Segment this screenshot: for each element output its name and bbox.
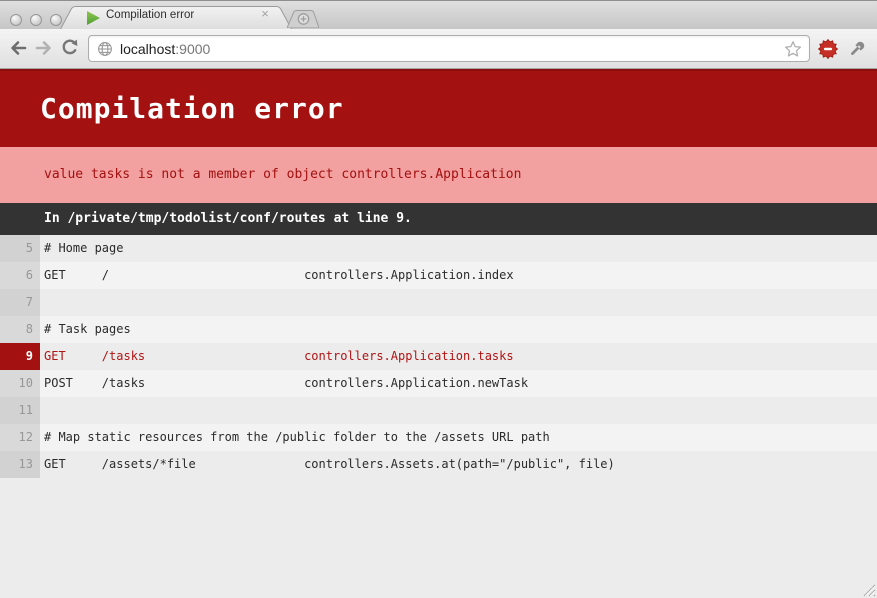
plus-icon — [298, 14, 308, 24]
code-listing: 5 # Home page 6 GET / controllers.Applic… — [0, 235, 877, 478]
window-close-button[interactable] — [10, 14, 22, 26]
line-number: 12 — [0, 424, 40, 451]
wrench-menu-icon[interactable] — [848, 40, 866, 58]
window-minimize-button[interactable] — [30, 14, 42, 26]
extension-badge-icon[interactable] — [818, 39, 838, 59]
code-line: 7 — [0, 289, 877, 316]
line-content: # Map static resources from the /public … — [40, 424, 877, 451]
window-titlebar: Compilation error × — [0, 0, 877, 29]
code-line: 12 # Map static resources from the /publ… — [0, 424, 877, 451]
bookmark-star-icon[interactable] — [784, 40, 802, 58]
page-title: Compilation error — [0, 71, 877, 125]
line-content — [40, 397, 877, 424]
line-number: 11 — [0, 397, 40, 424]
line-content: GET /assets/*file controllers.Assets.at(… — [40, 451, 877, 478]
code-line: 9 GET /tasks controllers.Application.tas… — [0, 343, 877, 370]
code-line: 11 — [0, 397, 877, 424]
window-resize-grip-icon[interactable] — [860, 581, 876, 597]
reload-button[interactable] — [60, 38, 80, 58]
line-number: 13 — [0, 451, 40, 478]
play-framework-favicon-icon — [87, 11, 100, 25]
url-port: :9000 — [175, 41, 210, 57]
back-button[interactable] — [8, 38, 28, 58]
browser-toolbar: localhost:9000 — [0, 29, 877, 69]
line-number: 9 — [0, 343, 40, 370]
forward-button[interactable] — [34, 38, 54, 58]
globe-icon — [97, 41, 113, 57]
error-message: value tasks is not a member of object co… — [0, 147, 877, 203]
line-content: GET /tasks controllers.Application.tasks — [40, 343, 877, 370]
url-host: localhost — [120, 41, 175, 57]
line-content: # Task pages — [40, 316, 877, 343]
line-number: 5 — [0, 235, 40, 262]
code-line: 13 GET /assets/*file controllers.Assets.… — [0, 451, 877, 478]
address-bar[interactable]: localhost:9000 — [88, 35, 810, 62]
code-line: 6 GET / controllers.Application.index — [0, 262, 877, 289]
tab-close-icon[interactable]: × — [258, 7, 272, 21]
line-number: 8 — [0, 316, 40, 343]
line-content — [40, 289, 877, 316]
code-line: 5 # Home page — [0, 235, 877, 262]
url-text: localhost:9000 — [120, 41, 210, 57]
line-content: POST /tasks controllers.Application.newT… — [40, 370, 877, 397]
code-line: 10 POST /tasks controllers.Application.n… — [0, 370, 877, 397]
line-number: 6 — [0, 262, 40, 289]
code-line: 8 # Task pages — [0, 316, 877, 343]
tab-title: Compilation error — [106, 9, 194, 21]
line-number: 7 — [0, 289, 40, 316]
line-number: 10 — [0, 370, 40, 397]
new-tab-button[interactable] — [287, 10, 319, 28]
error-location: In /private/tmp/todolist/conf/routes at … — [0, 203, 877, 235]
line-content: # Home page — [40, 235, 877, 262]
line-content: GET / controllers.Application.index — [40, 262, 877, 289]
error-header: Compilation error — [0, 69, 877, 147]
